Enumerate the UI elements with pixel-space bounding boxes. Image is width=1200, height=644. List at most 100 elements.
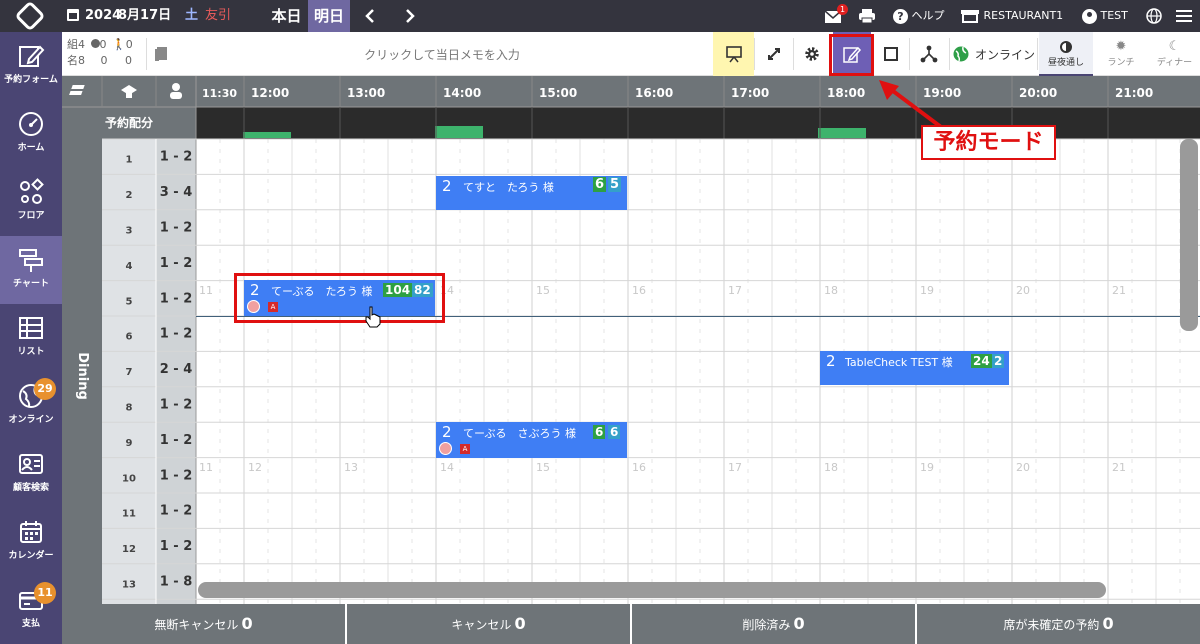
table-name: 2 (126, 190, 133, 201)
table-capacity: 1 - 2 (160, 291, 193, 306)
quota-label: 予約配分 (104, 116, 153, 130)
faint-hour-label: 11 (199, 284, 213, 297)
faint-hour-label: 15 (536, 461, 550, 474)
nav-item-customer-search[interactable]: 顧客検索 (0, 440, 62, 508)
table-capacity: 1 - 2 (160, 433, 193, 448)
user-label: TEST (1100, 9, 1128, 22)
walkin-groups-value: 0 (125, 38, 133, 51)
prev-day-chevron-icon[interactable] (358, 0, 382, 32)
faint-hour-label: 20 (1016, 461, 1030, 474)
table-capacity: 1 - 2 (160, 539, 193, 554)
table-capacity: 1 - 2 (160, 398, 193, 413)
person-icon[interactable] (156, 76, 196, 107)
tomorrow-button[interactable]: 明日 (308, 0, 350, 32)
nav-item-chart[interactable]: チャート (0, 236, 62, 304)
counts-panel: 組4 0 🚶0 名8 0 0 (67, 37, 147, 71)
unassigned-tab[interactable]: 席が未確定の予約 0 (915, 604, 1200, 644)
table-capacity: 1 - 2 (160, 327, 193, 342)
faint-hour-label: 16 (632, 461, 646, 474)
time-header-label: 20:00 (1019, 86, 1057, 100)
nav-item-calendar[interactable]: カレンダー (0, 508, 62, 576)
online-toggle[interactable]: オンライン (952, 32, 1036, 76)
select-box-button[interactable] (874, 32, 908, 76)
table-name: 3 (126, 226, 133, 237)
list-table-icon (19, 317, 43, 339)
faint-hour-label: 11 (199, 461, 213, 474)
gear-icon[interactable] (794, 32, 830, 76)
table-capacity: 1 - 8 (160, 575, 193, 590)
mode-dinner[interactable]: ☾ ディナー (1149, 32, 1200, 76)
reservation-people: 2 (442, 177, 452, 195)
graduation-cap-icon[interactable] (102, 76, 156, 107)
memo-input[interactable]: クリックして当日メモを入力 (172, 32, 712, 76)
expand-icon[interactable] (755, 32, 793, 76)
hamburger-menu-icon[interactable] (1176, 0, 1194, 32)
reservation-block[interactable]: 2 てすと たろう 様 6 5 (436, 176, 627, 210)
toolbar: 組4 0 🚶0 名8 0 0 クリックして当日メモを入力 オンライン 昼夜通し … (62, 32, 1200, 76)
mail-badge: 1 (837, 4, 848, 15)
time-header-label: 13:00 (347, 86, 385, 100)
half-moon-icon (1060, 40, 1072, 53)
faint-hour-label: 18 (824, 284, 838, 297)
share-tree-icon[interactable] (910, 32, 948, 76)
reservation-tag: 5 (608, 177, 622, 192)
nav-item-list[interactable]: リスト (0, 304, 62, 372)
restaurant-switcher[interactable]: RESTAURANT1 (960, 0, 1070, 32)
nav-item-reservation-form[interactable]: 予約フォーム (0, 32, 62, 100)
table-name: 5 (126, 296, 133, 307)
reservation-block[interactable]: 2 TableCheck TEST 様 24 2 (820, 351, 1009, 385)
sort-layers-icon[interactable] (62, 76, 102, 107)
table-capacity: 1 - 2 (160, 221, 193, 236)
faint-hour-label: 15 (536, 284, 550, 297)
floor-shapes-icon (20, 178, 44, 204)
weekday-label: 土 (185, 8, 199, 23)
app: 2024 8月17日 土 友引 本日 明日 1 ? ヘルプ RESTAURANT… (0, 0, 1200, 644)
today-button[interactable]: 本日 (265, 0, 308, 32)
nav-item-online[interactable]: 29 オンライン (0, 372, 62, 440)
print-icon[interactable] (858, 0, 878, 32)
online-small-icon (90, 39, 100, 48)
help-link[interactable]: ? ヘルプ (893, 0, 945, 32)
table-capacity: 2 - 4 (160, 362, 193, 377)
globe-language-icon[interactable] (1146, 0, 1164, 32)
deleted-count: 0 (793, 614, 805, 633)
mode-lunch[interactable]: ✹ ランチ (1095, 32, 1147, 76)
faint-hour-label: 18 (824, 461, 838, 474)
next-day-chevron-icon[interactable] (398, 0, 422, 32)
logo-icon[interactable] (0, 0, 62, 32)
time-header-label: 17:00 (731, 86, 769, 100)
date-label: 8月17日 (118, 8, 172, 23)
reservation-tag: 24 (971, 354, 992, 368)
mail-icon[interactable]: 1 (824, 0, 848, 32)
reservation-name: TableCheck TEST 様 (845, 356, 953, 369)
online-people-value: 0 (100, 54, 108, 67)
nav-item-payment[interactable]: 11 支払 (0, 576, 62, 644)
edit-icon (19, 45, 45, 67)
reservation-block[interactable]: 2 てーぶる さぶろう 様 6 6 A (436, 422, 627, 458)
payment-badge: 11 (34, 582, 56, 604)
nav-label: ホーム (17, 143, 45, 153)
presentation-view-button[interactable] (713, 32, 754, 76)
reservation-name: てすと たろう 様 (463, 181, 554, 194)
nav-item-home[interactable]: ホーム (0, 100, 62, 168)
faint-hour-label: 16 (632, 284, 646, 297)
table-name: 8 (126, 403, 133, 414)
user-menu[interactable]: TEST (1082, 0, 1137, 32)
moon-icon: ☾ (1168, 39, 1181, 54)
nav-item-floor[interactable]: フロア (0, 168, 62, 236)
mode-allday[interactable]: 昼夜通し (1039, 32, 1093, 76)
nav-label: チャート (13, 279, 49, 289)
noshow-cancel-tab[interactable]: 無断キャンセル 0 (62, 604, 345, 644)
cancel-label: キャンセル (451, 618, 512, 632)
mode-dinner-label: ディナー (1156, 58, 1193, 68)
smiley-icon (439, 442, 452, 455)
reservation-tag: 6 (593, 425, 606, 439)
noshow-cancel-count: 0 (241, 614, 253, 633)
store-icon (961, 10, 979, 23)
cancel-tab[interactable]: キャンセル 0 (345, 604, 630, 644)
time-header-label: 21:00 (1115, 86, 1153, 100)
walkin-people-value: 0 (125, 54, 132, 67)
memo-icon[interactable] (150, 32, 172, 76)
deleted-tab[interactable]: 削除済み 0 (630, 604, 915, 644)
section-label: Dining (75, 352, 90, 400)
